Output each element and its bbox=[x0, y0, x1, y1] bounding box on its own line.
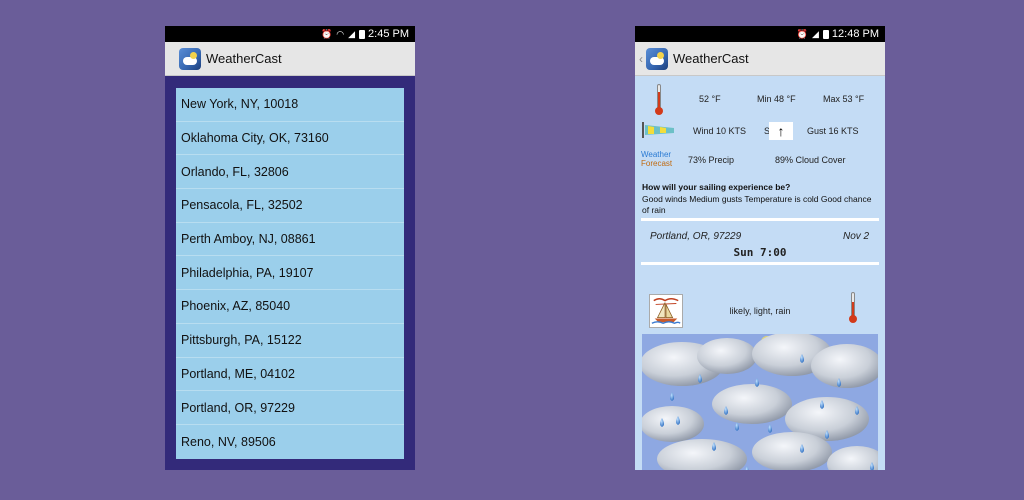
location-list-screen: ⏰ ◠ ◢ 2:45 PM WeatherCast New York, NY, … bbox=[165, 26, 415, 470]
app-title: WeatherCast bbox=[206, 51, 282, 66]
status-icons: ⏰ ◢ bbox=[797, 29, 829, 40]
divider bbox=[641, 262, 879, 265]
list-item[interactable]: Perth Amboy, NJ, 08861 bbox=[176, 223, 404, 257]
current-temp: 52 °F bbox=[699, 94, 721, 104]
arrow-up-icon: ↑ bbox=[769, 122, 793, 140]
app-icon[interactable] bbox=[646, 47, 668, 70]
rain-clouds-image bbox=[642, 334, 878, 470]
alarm-icon: ⏰ bbox=[796, 28, 809, 39]
logo-line-1: Weather bbox=[641, 150, 672, 159]
sailing-question: How will your sailing experience be? bbox=[642, 182, 791, 192]
list-item[interactable]: Oklahoma City, OK, 73160 bbox=[176, 122, 404, 156]
status-time: 2:45 PM bbox=[368, 28, 409, 40]
conditions-text: likely, light, rain bbox=[729, 306, 791, 316]
status-bar: ⏰ ◢ 12:48 PM bbox=[635, 26, 885, 42]
thermometer-icon bbox=[849, 292, 857, 324]
list-item[interactable]: Philadelphia, PA, 19107 bbox=[176, 256, 404, 291]
battery-icon bbox=[359, 29, 366, 39]
gust-speed: Gust 16 KTS bbox=[807, 126, 859, 136]
min-temp: Min 48 °F bbox=[757, 94, 796, 104]
max-temp: Max 53 °F bbox=[823, 94, 865, 104]
battery-icon bbox=[822, 29, 829, 39]
status-bar: ⏰ ◠ ◢ 2:45 PM bbox=[165, 26, 415, 42]
list-item[interactable]: Portland, OR, 97229 bbox=[176, 391, 404, 425]
action-bar: WeatherCast bbox=[165, 42, 415, 76]
wind-speed: Wind 10 KTS bbox=[693, 126, 747, 136]
weather-forecast-logo: Weather Forecast bbox=[641, 150, 672, 168]
list-item[interactable]: Phoenix, AZ, 85040 bbox=[176, 290, 404, 324]
forecast-location: Portland, OR, 97229 bbox=[650, 231, 742, 242]
app-title: WeatherCast bbox=[673, 51, 749, 66]
back-chevron-icon[interactable]: ‹ bbox=[639, 52, 643, 66]
cloud-cover: 89% Cloud Cover bbox=[775, 155, 846, 165]
precip: 73% Precip bbox=[688, 155, 735, 165]
sailing-answer: Good winds Medium gusts Temperature is c… bbox=[642, 194, 872, 215]
list-item[interactable]: Portland, ME, 04102 bbox=[176, 358, 404, 392]
action-bar: ‹ WeatherCast bbox=[635, 42, 885, 76]
divider bbox=[641, 218, 879, 221]
forecast-detail-screen: ⏰ ◢ 12:48 PM ‹ WeatherCast 52 °F Min 48 … bbox=[635, 26, 885, 470]
wifi-icon: ◠ bbox=[336, 28, 346, 39]
forecast-panel: 52 °F Min 48 °F Max 53 °F Wind 10 KTS S … bbox=[635, 76, 885, 470]
list-item[interactable]: Reno, NV, 89506 bbox=[176, 425, 404, 459]
signal-icon: ◢ bbox=[811, 28, 820, 39]
forecast-date: Nov 2 bbox=[843, 231, 870, 242]
windsock-icon bbox=[642, 122, 674, 138]
list-item[interactable]: Orlando, FL, 32806 bbox=[176, 155, 404, 190]
thermometer-icon bbox=[655, 84, 663, 116]
forecast-time: Sun 7:00 bbox=[733, 246, 787, 259]
alarm-icon: ⏰ bbox=[321, 28, 334, 39]
logo-line-2: Forecast bbox=[641, 159, 673, 168]
app-icon[interactable] bbox=[179, 47, 201, 70]
signal-icon: ◢ bbox=[348, 28, 357, 39]
status-icons: ⏰ ◠ ◢ bbox=[321, 28, 366, 40]
list-item[interactable]: Pensacola, FL, 32502 bbox=[176, 189, 404, 223]
list-item[interactable]: Pittsburgh, PA, 15122 bbox=[176, 324, 404, 358]
status-time: 12:48 PM bbox=[831, 28, 879, 40]
list-item[interactable]: New York, NY, 10018 bbox=[176, 88, 404, 122]
location-list: New York, NY, 10018 Oklahoma City, OK, 7… bbox=[176, 88, 404, 459]
